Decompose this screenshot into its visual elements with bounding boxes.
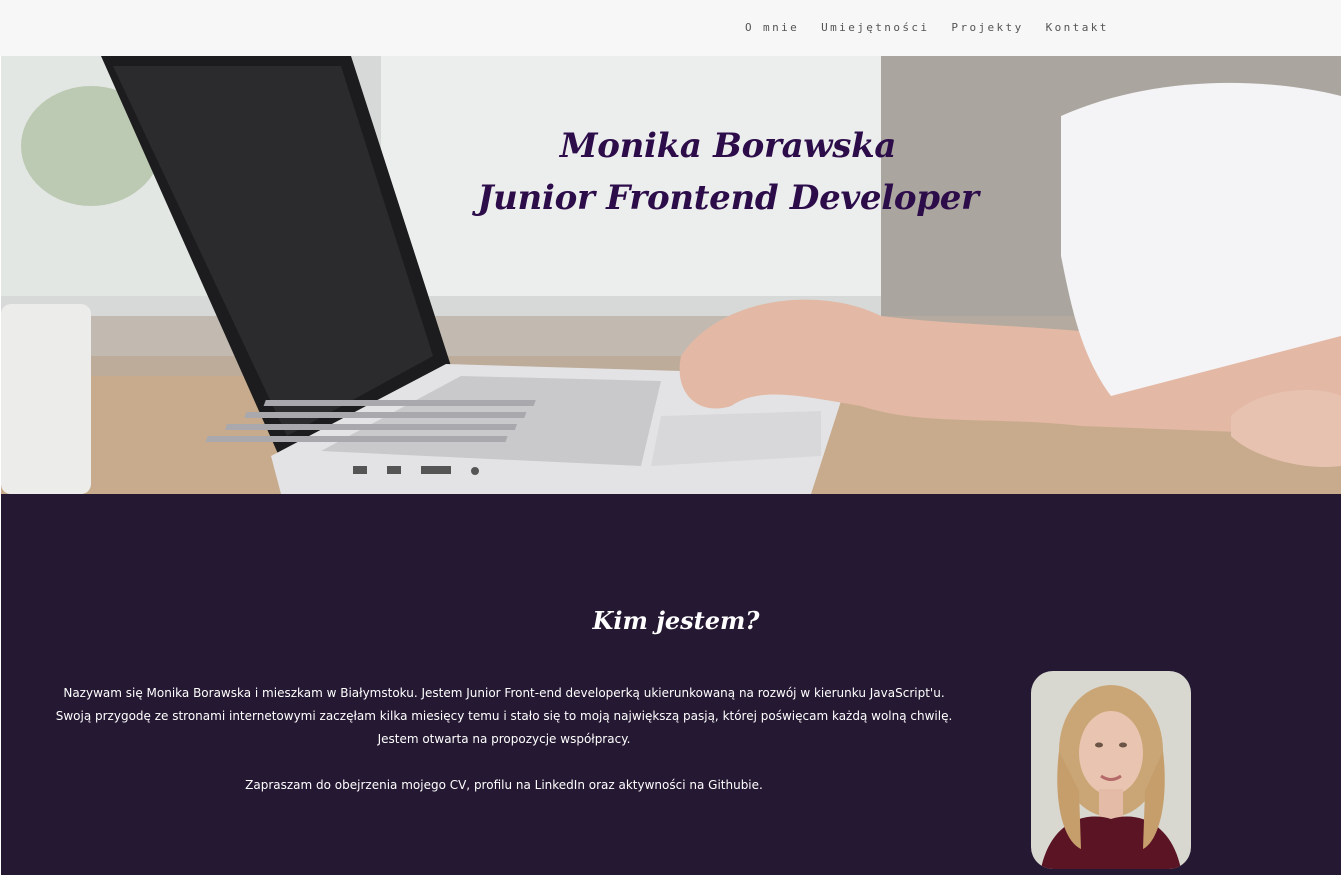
hero-banner: Monika Borawska Junior Frontend Develope… xyxy=(1,56,1341,494)
nav-link-projects[interactable]: Projekty xyxy=(951,19,1023,37)
top-navbar: O mnie Umiejętności Projekty Kontakt xyxy=(0,0,1341,56)
about-title: Kim jestem? xyxy=(592,606,760,635)
hero-title-block: Monika Borawska Junior Frontend Develope… xyxy=(1,120,1341,224)
about-text: Nazywam się Monika Borawska i mieszkam w… xyxy=(51,682,957,797)
nav-menu: O mnie Umiejętności Projekty Kontakt xyxy=(745,19,1109,37)
hero-name: Monika Borawska xyxy=(559,126,897,166)
hero-role: Junior Frontend Developer xyxy=(477,178,979,218)
profile-photo xyxy=(1031,671,1191,869)
about-section: Kim jestem? Nazywam się Monika Borawska … xyxy=(1,494,1341,875)
nav-link-skills[interactable]: Umiejętności xyxy=(821,19,929,37)
profile-photo-image xyxy=(1031,671,1191,869)
nav-link-contact[interactable]: Kontakt xyxy=(1046,19,1109,37)
nav-link-about[interactable]: O mnie xyxy=(745,19,799,37)
about-paragraph-2: Zapraszam do obejrzenia mojego CV, profi… xyxy=(245,778,763,792)
about-paragraph-1: Nazywam się Monika Borawska i mieszkam w… xyxy=(55,686,953,746)
